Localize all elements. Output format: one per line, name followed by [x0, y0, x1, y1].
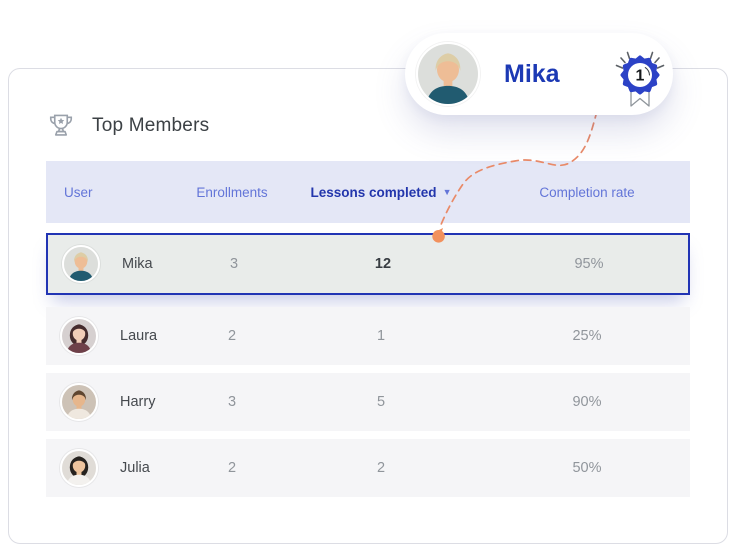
- top-members-panel: Top Members User Enrollments Lessons compl…: [8, 68, 728, 544]
- lessons-completed-value: 5: [278, 394, 484, 410]
- user-name: Julia: [120, 460, 150, 476]
- column-header-enrollments[interactable]: Enrollments: [186, 185, 278, 200]
- completion-rate-value: 90%: [484, 394, 690, 410]
- column-label: Completion rate: [539, 185, 634, 200]
- user-cell: Harry: [46, 383, 186, 421]
- user-cell: Julia: [46, 449, 186, 487]
- user-avatar: [60, 449, 98, 487]
- enrollments-value: 2: [186, 460, 278, 476]
- column-label: User: [64, 185, 93, 200]
- winner-avatar: [416, 42, 480, 106]
- user-cell: Laura: [46, 317, 186, 355]
- table-row-julia[interactable]: Julia2250%: [46, 439, 690, 497]
- table-row-laura[interactable]: Laura 2125%: [46, 307, 690, 365]
- user-avatar: [60, 383, 98, 421]
- user-name: Laura: [120, 328, 157, 344]
- top-members-table: User Enrollments Lessons completed ▼ Complet…: [46, 161, 690, 505]
- table-row-mika[interactable]: Mika 31295%: [46, 233, 690, 295]
- table-header: User Enrollments Lessons completed ▼ Complet…: [46, 161, 690, 223]
- winner-card: Mika 1: [405, 33, 673, 115]
- column-label: Lessons completed: [311, 185, 437, 200]
- lessons-completed-value: 2: [278, 460, 484, 476]
- trophy-icon: [46, 111, 76, 141]
- column-header-lessons[interactable]: Lessons completed ▼: [278, 185, 484, 200]
- first-place-badge-icon: 1: [612, 45, 668, 111]
- enrollments-value: 3: [188, 256, 280, 272]
- panel-header: Top Members: [46, 111, 209, 141]
- completion-rate-value: 95%: [486, 256, 692, 272]
- user-avatar: [62, 245, 100, 283]
- badge-rank-number: 1: [636, 68, 645, 85]
- completion-rate-value: 50%: [484, 460, 690, 476]
- table-row-harry[interactable]: Harry 3590%: [46, 373, 690, 431]
- enrollments-value: 2: [186, 328, 278, 344]
- sort-descending-icon: ▼: [443, 187, 452, 197]
- column-header-user[interactable]: User: [46, 185, 186, 200]
- user-avatar: [60, 317, 98, 355]
- column-label: Enrollments: [196, 185, 267, 200]
- user-cell: Mika: [48, 245, 188, 283]
- enrollments-value: 3: [186, 394, 278, 410]
- page-title: Top Members: [92, 115, 209, 137]
- completion-rate-value: 25%: [484, 328, 690, 344]
- winner-name: Mika: [504, 60, 560, 89]
- column-header-completion[interactable]: Completion rate: [484, 185, 690, 200]
- table-body: Mika31295% Laura2125% Harry3590% Julia22…: [46, 233, 690, 497]
- user-name: Mika: [122, 256, 153, 272]
- lessons-completed-value: 1: [278, 328, 484, 344]
- user-name: Harry: [120, 394, 155, 410]
- lessons-completed-value: 12: [280, 256, 486, 272]
